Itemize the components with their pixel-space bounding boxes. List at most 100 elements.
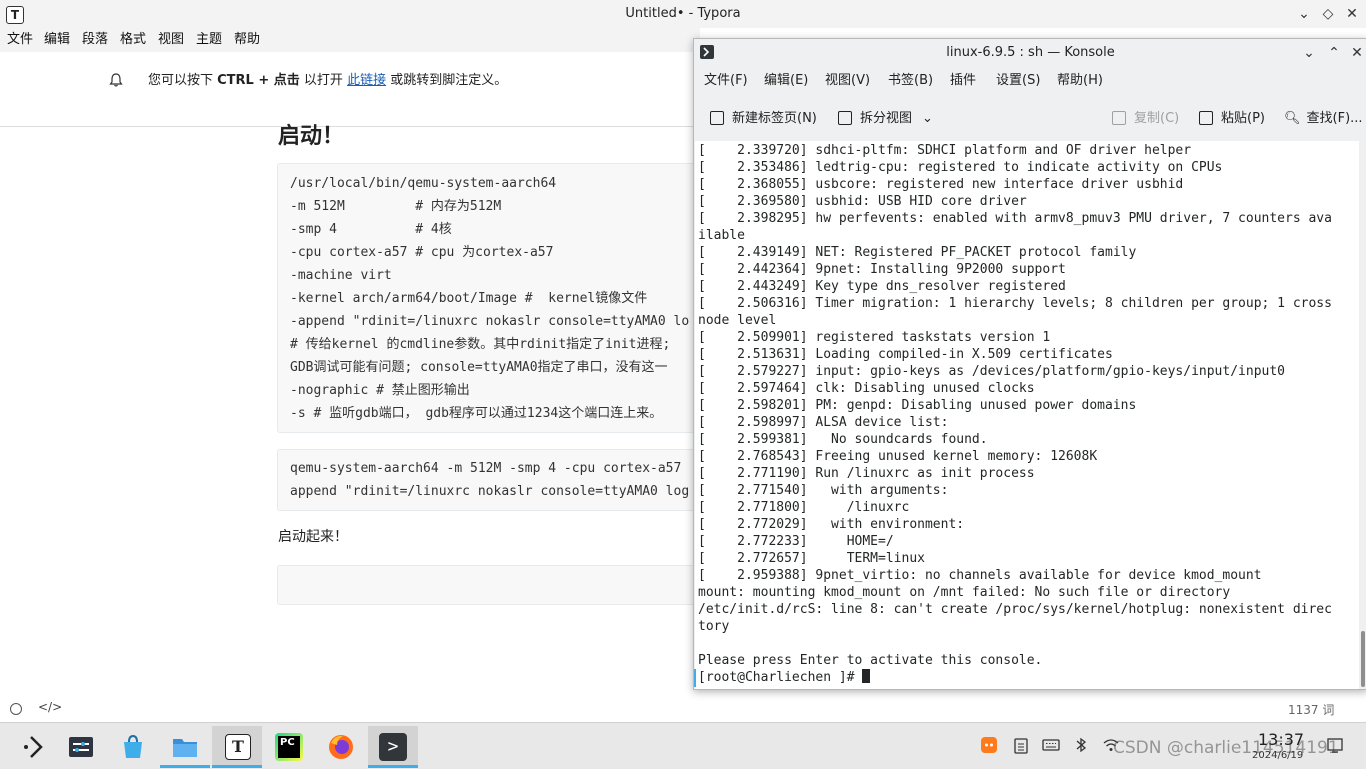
terminal-line: [ 2.368055] usbcore: registered new inte… bbox=[698, 177, 1184, 192]
taskbar-discover[interactable] bbox=[108, 726, 158, 768]
menu-theme[interactable]: 主题 bbox=[196, 28, 222, 52]
keyboard-icon[interactable] bbox=[1042, 736, 1060, 754]
code-line: # 传给kernel 的cmdline参数。其中rdinit指定了init进程; bbox=[290, 337, 671, 352]
split-view-icon bbox=[838, 111, 852, 125]
notice-before: 您可以按下 bbox=[148, 73, 218, 88]
terminal-scrollbar[interactable] bbox=[1359, 141, 1366, 689]
code-line: append "rdinit=/linuxrc nokaslr console=… bbox=[290, 484, 690, 499]
clock-date[interactable]: 2024/6/19 bbox=[1252, 750, 1303, 761]
terminal-line: [ 2.597464] clk: Disabling unused clocks bbox=[698, 381, 1035, 396]
konsole-menu-help[interactable]: 帮助(H) bbox=[1057, 69, 1103, 93]
clipboard-icon[interactable] bbox=[1012, 736, 1030, 754]
terminal-line: [ 2.768543] Freeing unused kernel memory… bbox=[698, 449, 1098, 464]
menu-paragraph[interactable]: 段落 bbox=[82, 28, 108, 52]
terminal-line: [ 2.579227] input: gpio-keys as /devices… bbox=[698, 364, 1285, 379]
typora-statusbar bbox=[0, 697, 1366, 722]
taskbar-typora[interactable]: T bbox=[212, 726, 262, 768]
paste-button[interactable]: 粘贴(P) bbox=[1199, 101, 1265, 137]
terminal-line: [ 2.598997] ALSA device list: bbox=[698, 415, 949, 430]
new-tab-label: 新建标签页(N) bbox=[732, 111, 817, 126]
paragraph[interactable]: 启动起来！ bbox=[278, 527, 348, 547]
folder-icon bbox=[173, 739, 197, 757]
clock-time[interactable]: 13:37 bbox=[1258, 730, 1304, 749]
copy-icon bbox=[1112, 111, 1126, 125]
notice-middle: 以打开 bbox=[299, 73, 348, 88]
code-line: -cpu cortex-a57 # cpu 为cortex-a57 bbox=[290, 245, 554, 260]
keep-above-icon[interactable]: ◇ bbox=[1318, 4, 1338, 24]
scrollbar-thumb[interactable] bbox=[1361, 631, 1365, 687]
code-line: -smp 4 # 4核 bbox=[290, 222, 452, 237]
code-block[interactable]: /usr/local/bin/qemu-system-aarch64 -m 51… bbox=[277, 163, 709, 433]
terminal-line: Please press Enter to activate this cons… bbox=[698, 653, 1043, 668]
notice-text: 您可以按下 CTRL + 点击 以打开 此链接 或跳转到脚注定义。 bbox=[148, 71, 507, 91]
bluetooth-icon[interactable] bbox=[1072, 736, 1090, 754]
word-count[interactable]: 1137 词 bbox=[1288, 701, 1334, 718]
code-block[interactable]: qemu-system-aarch64 -m 512M -smp 4 -cpu … bbox=[277, 449, 709, 511]
minimize-icon[interactable]: ⌄ bbox=[1299, 43, 1319, 63]
pycharm-glyph: PC bbox=[278, 736, 300, 758]
pycharm-icon: PC bbox=[275, 733, 303, 761]
terminal-view[interactable]: [ 2.339720] sdhci-pltfm: SDHCI platform … bbox=[695, 141, 1359, 689]
terminal-line: [ 2.772657] TERM=linux bbox=[698, 551, 925, 566]
code-line: qemu-system-aarch64 -m 512M -smp 4 -cpu … bbox=[290, 461, 682, 476]
menu-view[interactable]: 视图 bbox=[158, 28, 184, 52]
konsole-menu-edit[interactable]: 编辑(E) bbox=[764, 69, 808, 93]
chevron-down-icon[interactable]: ⌄ bbox=[1294, 4, 1314, 24]
terminal-line: [ 2.442364] 9pnet: Installing 9P2000 sup… bbox=[698, 262, 1066, 277]
konsole-menu-bookmarks[interactable]: 书签(B) bbox=[888, 69, 933, 93]
terminal-prompt: [root@Charliechen ]# bbox=[698, 670, 863, 685]
taskbar-system-settings[interactable] bbox=[56, 726, 106, 768]
taskbar-dolphin[interactable] bbox=[160, 726, 210, 768]
close-icon[interactable]: ✕ bbox=[1342, 4, 1362, 24]
new-tab-button[interactable]: 新建标签页(N) bbox=[710, 101, 817, 137]
find-button[interactable]: 🔍︎ 查找(F)... bbox=[1284, 101, 1363, 137]
terminal-line: [ 2.439149] NET: Registered PF_PACKET pr… bbox=[698, 245, 1137, 260]
launcher-icon bbox=[24, 736, 43, 758]
taskbar-pycharm[interactable]: PC bbox=[264, 726, 314, 768]
close-icon[interactable]: ✕ bbox=[1347, 43, 1366, 63]
konsole-title: linux-6.9.5 : sh — Konsole bbox=[946, 45, 1115, 60]
code-line: -nographic # 禁止图形输出 bbox=[290, 383, 470, 398]
split-view-button[interactable]: 拆分视图 ⌄ bbox=[838, 101, 933, 137]
code-line: GDB调试可能有问题; console=ttyAMA0指定了串口，没有这一 bbox=[290, 360, 668, 375]
notice-after: 或跳转到脚注定义。 bbox=[386, 73, 508, 88]
terminal-line: [ 2.513631] Loading compiled-in X.509 ce… bbox=[698, 347, 1113, 362]
terminal-line: [ 2.959388] 9pnet_virtio: no channels av… bbox=[698, 568, 1262, 583]
outline-toggle-icon[interactable] bbox=[10, 703, 22, 715]
source-mode-toggle[interactable]: </> bbox=[38, 700, 62, 714]
taskbar-launcher[interactable] bbox=[8, 726, 58, 768]
konsole-menu-file[interactable]: 文件(F) bbox=[704, 69, 748, 93]
menu-format[interactable]: 格式 bbox=[120, 28, 146, 52]
menu-edit[interactable]: 编辑 bbox=[44, 28, 70, 52]
taskbar-firefox[interactable] bbox=[316, 726, 366, 768]
konsole-icon: > bbox=[379, 733, 407, 761]
terminal-line: [ 2.506316] Timer migration: 1 hierarchy… bbox=[698, 296, 1332, 311]
notice-link[interactable]: 此链接 bbox=[347, 73, 386, 88]
menu-file[interactable]: 文件 bbox=[7, 28, 33, 52]
code-line: /usr/local/bin/qemu-system-aarch64 bbox=[290, 176, 557, 191]
terminal-line: node level bbox=[698, 313, 777, 328]
konsole-menu-view[interactable]: 视图(V) bbox=[825, 69, 870, 93]
terminal-line: [ 2.599381] No soundcards found. bbox=[698, 432, 988, 447]
terminal-focus-accent bbox=[694, 669, 696, 687]
terminal-prompt-line: [root@Charliechen ]# bbox=[698, 669, 871, 686]
tray-cat-icon[interactable] bbox=[980, 736, 998, 754]
new-tab-icon bbox=[710, 111, 724, 125]
settings-icon bbox=[69, 737, 93, 757]
document-heading[interactable]: 启动！ bbox=[278, 118, 344, 150]
chevron-down-icon: ⌄ bbox=[922, 111, 933, 126]
terminal-line: [ 2.771800] /linuxrc bbox=[698, 500, 910, 515]
terminal-line: [ 2.443249] Key type dns_resolver regist… bbox=[698, 279, 1066, 294]
split-view-label: 拆分视图 bbox=[860, 111, 913, 126]
taskbar-konsole[interactable]: > bbox=[368, 726, 418, 768]
empty-code-block[interactable] bbox=[277, 565, 709, 605]
konsole-menu-plugins[interactable]: 插件 bbox=[950, 69, 976, 93]
terminal-line: [ 2.398295] hw perfevents: enabled with … bbox=[698, 211, 1332, 226]
maximize-icon[interactable]: ⌃ bbox=[1324, 43, 1344, 63]
konsole-menu-settings[interactable]: 设置(S) bbox=[996, 69, 1040, 93]
terminal-line: /etc/init.d/rcS: line 8: can't create /p… bbox=[698, 602, 1332, 617]
menu-help[interactable]: 帮助 bbox=[234, 28, 260, 52]
show-desktop-icon[interactable] bbox=[1326, 736, 1344, 754]
search-icon: 🔍︎ bbox=[1284, 111, 1301, 126]
copy-button[interactable]: 复制(C) bbox=[1112, 101, 1179, 137]
